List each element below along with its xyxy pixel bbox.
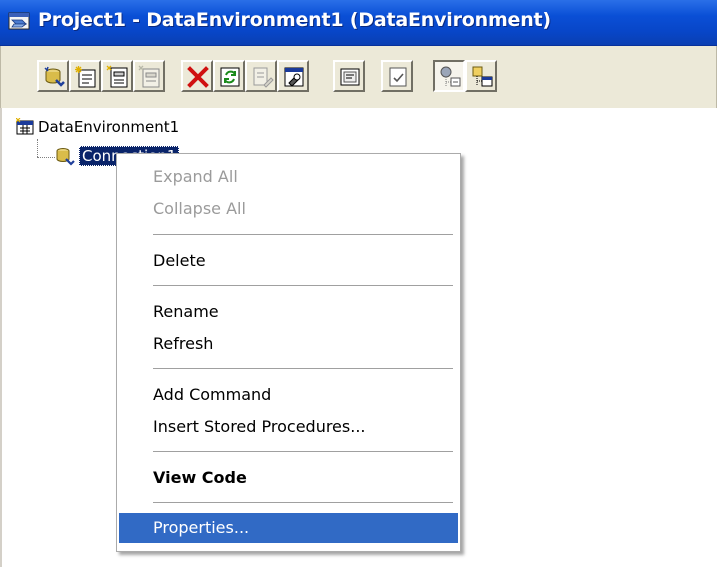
add-command-icon (75, 66, 96, 88)
refresh-icon (220, 67, 240, 87)
menu-separator (153, 368, 453, 369)
add-connection-button[interactable] (37, 60, 69, 92)
toolbar (0, 46, 717, 108)
menu-item-properties[interactable]: Properties... (119, 513, 458, 543)
add-connection-icon (44, 66, 65, 87)
design-icon (253, 67, 274, 88)
menu-item-insert-stored-procedures[interactable]: Insert Stored Procedures... (119, 412, 458, 442)
add-command-button[interactable] (69, 60, 101, 92)
menu-separator (153, 285, 453, 286)
title-bar[interactable]: Project1 - DataEnvironment1 (DataEnviron… (0, 0, 717, 46)
arrange-by-connections-icon (472, 66, 493, 87)
properties-button[interactable] (277, 60, 309, 92)
menu-separator (153, 451, 453, 452)
delete-button[interactable] (181, 60, 213, 92)
menu-item-refresh[interactable]: Refresh (119, 329, 458, 359)
connection-icon (56, 148, 75, 166)
add-child-command-button[interactable] (101, 60, 133, 92)
menu-item-view-code[interactable]: View Code (119, 463, 458, 493)
menu-item-collapse-all[interactable]: Collapse All (119, 194, 458, 224)
options-icon (389, 67, 407, 87)
tree-connector-line (37, 139, 39, 157)
menu-item-add-command[interactable]: Add Command (119, 380, 458, 410)
menu-separator (153, 234, 453, 235)
data-environment-window-icon[interactable] (8, 11, 30, 31)
tree-node-label: DataEnvironment1 (38, 118, 180, 136)
tree-border (0, 108, 2, 567)
arrange-by-objects-button[interactable] (433, 60, 465, 92)
tree-node-dataenvironment1[interactable]: DataEnvironment1 (16, 117, 179, 137)
tree-connector-line (37, 157, 55, 159)
insert-stored-procedures-button[interactable] (133, 60, 165, 92)
context-menu: Expand All Collapse All Delete Rename Re… (116, 153, 461, 552)
properties-icon (284, 67, 304, 87)
insert-stored-procedures-icon (138, 65, 160, 88)
menu-separator (153, 502, 453, 503)
arrange-by-objects-icon (440, 66, 461, 87)
window-title: Project1 - DataEnvironment1 (DataEnviron… (38, 9, 551, 31)
add-child-command-icon (106, 65, 128, 88)
view-code-button[interactable] (333, 60, 365, 92)
refresh-button[interactable] (213, 60, 245, 92)
menu-item-expand-all[interactable]: Expand All (119, 162, 458, 192)
delete-icon (187, 66, 209, 88)
arrange-by-connections-button[interactable] (465, 60, 497, 92)
data-environment-icon (16, 118, 34, 135)
options-button[interactable] (381, 60, 413, 92)
menu-item-rename[interactable]: Rename (119, 297, 458, 327)
design-button[interactable] (245, 60, 277, 92)
view-code-icon (340, 68, 360, 86)
menu-item-delete[interactable]: Delete (119, 246, 458, 276)
